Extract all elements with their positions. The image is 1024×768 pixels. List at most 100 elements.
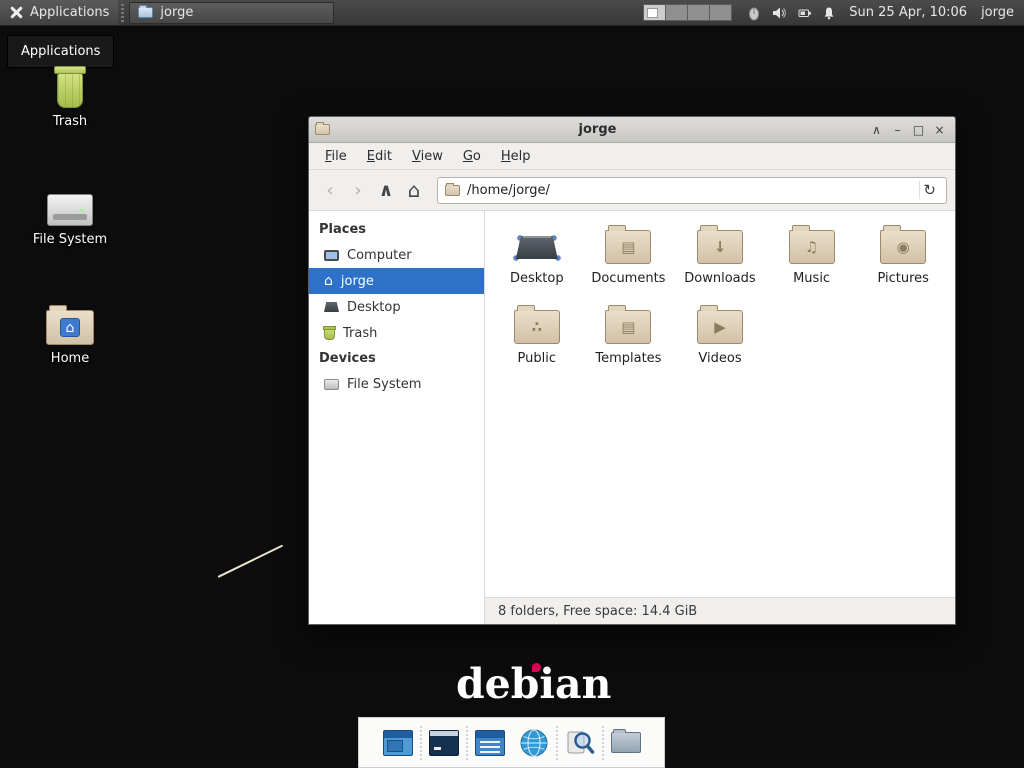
videos-emblem-icon: ▶ <box>698 311 742 343</box>
dock-web-browser[interactable] <box>512 723 556 763</box>
panel-clock[interactable]: Sun 25 Apr, 10:06 <box>849 5 967 20</box>
magnifier-icon <box>565 728 595 758</box>
drive-icon <box>324 379 339 390</box>
desktop-icon-file-system[interactable]: File System <box>15 180 125 247</box>
folder-icon: ∴ <box>514 310 560 344</box>
workspace-switcher <box>644 4 732 21</box>
file-item-public[interactable]: ∴ Public <box>491 304 583 366</box>
menu-view[interactable]: View <box>402 145 453 168</box>
show-desktop-icon <box>383 730 413 756</box>
sidebar-item-label: jorge <box>341 274 374 289</box>
statusbar: 8 folders, Free space: 14.4 GiB <box>485 597 955 624</box>
address-folder-icon <box>445 185 460 196</box>
debian-wordmark: debian <box>456 660 611 708</box>
sidebar-item-trash[interactable]: Trash <box>309 320 484 346</box>
desktop-special-icon <box>513 230 561 264</box>
minimize-button[interactable]: – <box>888 120 907 139</box>
notifications-bell-icon[interactable] <box>821 5 837 21</box>
file-item-videos[interactable]: ▶ Videos <box>674 304 766 366</box>
address-path[interactable]: /home/jorge/ <box>467 183 912 198</box>
trash-icon <box>52 66 88 108</box>
sidebar-item-jorge[interactable]: ⌂ jorge <box>309 268 484 294</box>
dock-file-manager[interactable] <box>604 723 648 763</box>
up-button[interactable]: ∧ <box>373 177 399 203</box>
places-sidebar: Places Computer ⌂ jorge Desktop Trash De… <box>309 211 485 624</box>
desktop-icon-trash[interactable]: Trash <box>15 62 125 129</box>
desktop-icon-label: Trash <box>15 114 125 129</box>
file-item-documents[interactable]: ▤ Documents <box>583 224 675 286</box>
sidebar-item-label: Desktop <box>347 300 401 315</box>
desktop-icon-home[interactable]: ⌂ Home <box>15 299 125 366</box>
workspace-4[interactable] <box>709 4 732 21</box>
templates-emblem-icon: ▤ <box>606 311 650 343</box>
sidebar-item-file-system[interactable]: File System <box>309 371 484 397</box>
applications-menu-button[interactable]: Applications <box>0 0 118 25</box>
menubar: File Edit View Go Help <box>309 143 955 170</box>
pictures-emblem-icon: ◉ <box>881 231 925 263</box>
battery-icon[interactable] <box>796 5 812 21</box>
taskbar-window-label: jorge <box>160 5 193 20</box>
terminal-icon <box>429 730 459 756</box>
top-panel: Applications jorge Sun 25 Apr, 10:06 jor… <box>0 0 1024 26</box>
window-icon <box>315 124 330 135</box>
dock-show-desktop[interactable] <box>376 723 420 763</box>
file-item-desktop[interactable]: Desktop <box>491 224 583 286</box>
menu-help[interactable]: Help <box>491 145 541 168</box>
desktop-icon <box>324 302 339 312</box>
toolbar: ‹ › ∧ ⌂ /home/jorge/ ↻ <box>309 170 955 211</box>
folder-icon: ◉ <box>880 230 926 264</box>
maximize-button[interactable]: □ <box>909 120 928 139</box>
file-item-music[interactable]: ♫ Music <box>766 224 858 286</box>
sidebar-item-computer[interactable]: Computer <box>309 242 484 268</box>
taskbar-window-button[interactable]: jorge <box>129 2 334 24</box>
file-label: Pictures <box>877 271 928 286</box>
close-button[interactable]: × <box>930 120 949 139</box>
folder-icon: ↓ <box>697 230 743 264</box>
file-item-downloads[interactable]: ↓ Downloads <box>674 224 766 286</box>
bottom-dock <box>358 717 665 768</box>
mouse-icon[interactable] <box>746 5 762 21</box>
folder-icon: ▶ <box>697 310 743 344</box>
menu-file[interactable]: File <box>315 145 357 168</box>
file-item-templates[interactable]: ▤ Templates <box>583 304 675 366</box>
home-button[interactable]: ⌂ <box>401 177 427 203</box>
window-title: jorge <box>330 122 865 137</box>
menu-go[interactable]: Go <box>453 145 491 168</box>
file-label: Desktop <box>510 271 564 286</box>
file-label: Music <box>793 271 830 286</box>
workspace-3[interactable] <box>687 4 710 21</box>
folder-icon: ♫ <box>789 230 835 264</box>
folder-icon: ▤ <box>605 230 651 264</box>
shade-button[interactable]: ∧ <box>867 120 886 139</box>
hard-drive-icon <box>47 194 93 226</box>
folder-icon: ▤ <box>605 310 651 344</box>
dock-text-editor[interactable] <box>468 723 512 763</box>
home-badge-icon: ⌂ <box>60 318 80 337</box>
file-manager-folder-icon <box>611 732 641 753</box>
panel-username: jorge <box>981 5 1014 20</box>
debian-swirl-icon <box>532 663 541 672</box>
panel-handle <box>121 4 124 22</box>
window-titlebar[interactable]: jorge ∧ – □ × <box>309 117 955 143</box>
devices-header: Devices <box>309 346 484 371</box>
back-button[interactable]: ‹ <box>317 177 343 203</box>
dock-terminal[interactable] <box>422 723 466 763</box>
file-item-pictures[interactable]: ◉ Pictures <box>857 224 949 286</box>
file-manager-window: jorge ∧ – □ × File Edit View Go Help ‹ ›… <box>308 116 956 625</box>
sidebar-item-desktop[interactable]: Desktop <box>309 294 484 320</box>
workspace-1[interactable] <box>643 4 666 21</box>
statusbar-text: 8 folders, Free space: 14.4 GiB <box>498 604 697 619</box>
taskbar-window-icon <box>138 7 153 18</box>
sidebar-item-label: Trash <box>343 326 377 341</box>
dock-app-finder[interactable] <box>558 723 602 763</box>
address-bar[interactable]: /home/jorge/ ↻ <box>437 177 947 204</box>
workspace-2[interactable] <box>665 4 688 21</box>
menu-edit[interactable]: Edit <box>357 145 402 168</box>
file-view[interactable]: Desktop ▤ Documents ↓ Downloads ♫ Music <box>485 211 955 597</box>
home-folder-icon: ⌂ <box>46 310 94 345</box>
file-label: Documents <box>591 271 665 286</box>
volume-icon[interactable] <box>771 5 787 21</box>
stray-line-artifact <box>218 545 284 578</box>
forward-button[interactable]: › <box>345 177 371 203</box>
refresh-icon[interactable]: ↻ <box>919 181 939 199</box>
